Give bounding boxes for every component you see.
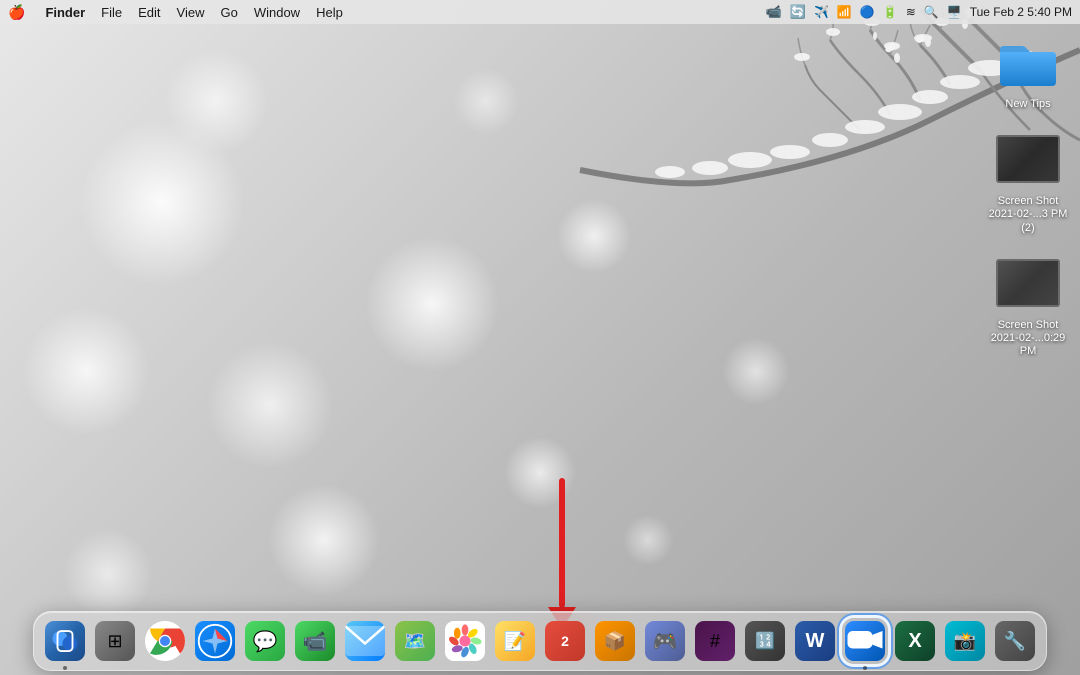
help-menu[interactable]: Help (316, 5, 343, 20)
dock-app-zoom-small[interactable]: 🗺️ (392, 618, 438, 664)
arrow-shaft (559, 478, 565, 608)
screen-icon[interactable]: 🖥️ (947, 5, 962, 19)
datetime-display: Tue Feb 2 5:40 PM (970, 5, 1072, 19)
dock-app-notes[interactable]: 📝 (492, 618, 538, 664)
menubar-right: 📹 🔄 ✈️ 📶 🔵 🔋 ≋ 🔍 🖥️ Tue Feb 2 5:40 PM (766, 4, 1072, 20)
dock-app-reminders[interactable]: 2 (542, 618, 588, 664)
dock-app-calculator[interactable]: 🔢 (742, 618, 788, 664)
dock-app-safari[interactable] (192, 618, 238, 664)
dock: ⊞ 💬 📹 (33, 611, 1047, 671)
dock-app-discord[interactable]: 🎮 (642, 618, 688, 664)
desktop-icons: New Tips Screen Shot 2021-02-...3 PM (2)… (988, 30, 1068, 358)
wifi-icon2[interactable]: ≋ (906, 5, 916, 19)
dock-app-screenshot[interactable]: 📸 (942, 618, 988, 664)
new-tips-label: New Tips (1005, 98, 1050, 111)
file-menu[interactable]: File (101, 5, 122, 20)
go-menu[interactable]: Go (220, 5, 237, 20)
screenshot-1-label: Screen Shot 2021-02-...3 PM (2) (988, 195, 1068, 235)
window-menu[interactable]: Window (254, 5, 300, 20)
screenshot-2-icon[interactable]: Screen Shot 2021-02-...0:29 PM (988, 251, 1068, 359)
dock-app-messages[interactable]: 💬 (242, 618, 288, 664)
dock-app-toolbox[interactable]: 🔧 (992, 618, 1038, 664)
dock-app-chrome[interactable] (142, 618, 188, 664)
battery-icon[interactable]: 🔋 (883, 5, 898, 19)
dock-app-facetime[interactable]: 📹 (292, 618, 338, 664)
dock-app-deliveries[interactable]: 📦 (592, 618, 638, 664)
screenshot-1-icon[interactable]: Screen Shot 2021-02-...3 PM (2) (988, 127, 1068, 235)
dock-app-slack[interactable]: # (692, 618, 738, 664)
bluetooth-icon[interactable]: 🔵 (860, 5, 875, 19)
meet-icon[interactable]: 📹 (766, 4, 782, 20)
apple-menu[interactable]: 🍎 (8, 4, 25, 21)
dock-app-mail[interactable] (342, 618, 388, 664)
airdrop-icon[interactable]: ✈️ (814, 5, 829, 19)
dock-app-launchpad[interactable]: ⊞ (92, 618, 138, 664)
menubar-left: 🍎 Finder File Edit View Go Window Help (8, 4, 343, 21)
sync-icon[interactable]: 🔄 (790, 4, 806, 20)
wifi-icon[interactable]: 📶 (837, 5, 852, 19)
dock-app-photos[interactable] (442, 618, 488, 664)
search-icon[interactable]: 🔍 (924, 5, 939, 19)
dock-app-zoom[interactable] (842, 618, 888, 664)
new-tips-folder[interactable]: New Tips (988, 30, 1068, 111)
menubar: 🍎 Finder File Edit View Go Window Help 📹… (0, 0, 1080, 24)
app-name-menu[interactable]: Finder (45, 5, 85, 20)
dock-app-word[interactable]: W (792, 618, 838, 664)
view-menu[interactable]: View (177, 5, 205, 20)
red-arrow (548, 478, 576, 629)
edit-menu[interactable]: Edit (138, 5, 160, 20)
screenshot-2-label: Screen Shot 2021-02-...0:29 PM (988, 319, 1068, 359)
dock-app-excel[interactable]: X (892, 618, 938, 664)
dock-app-finder[interactable] (42, 618, 88, 664)
